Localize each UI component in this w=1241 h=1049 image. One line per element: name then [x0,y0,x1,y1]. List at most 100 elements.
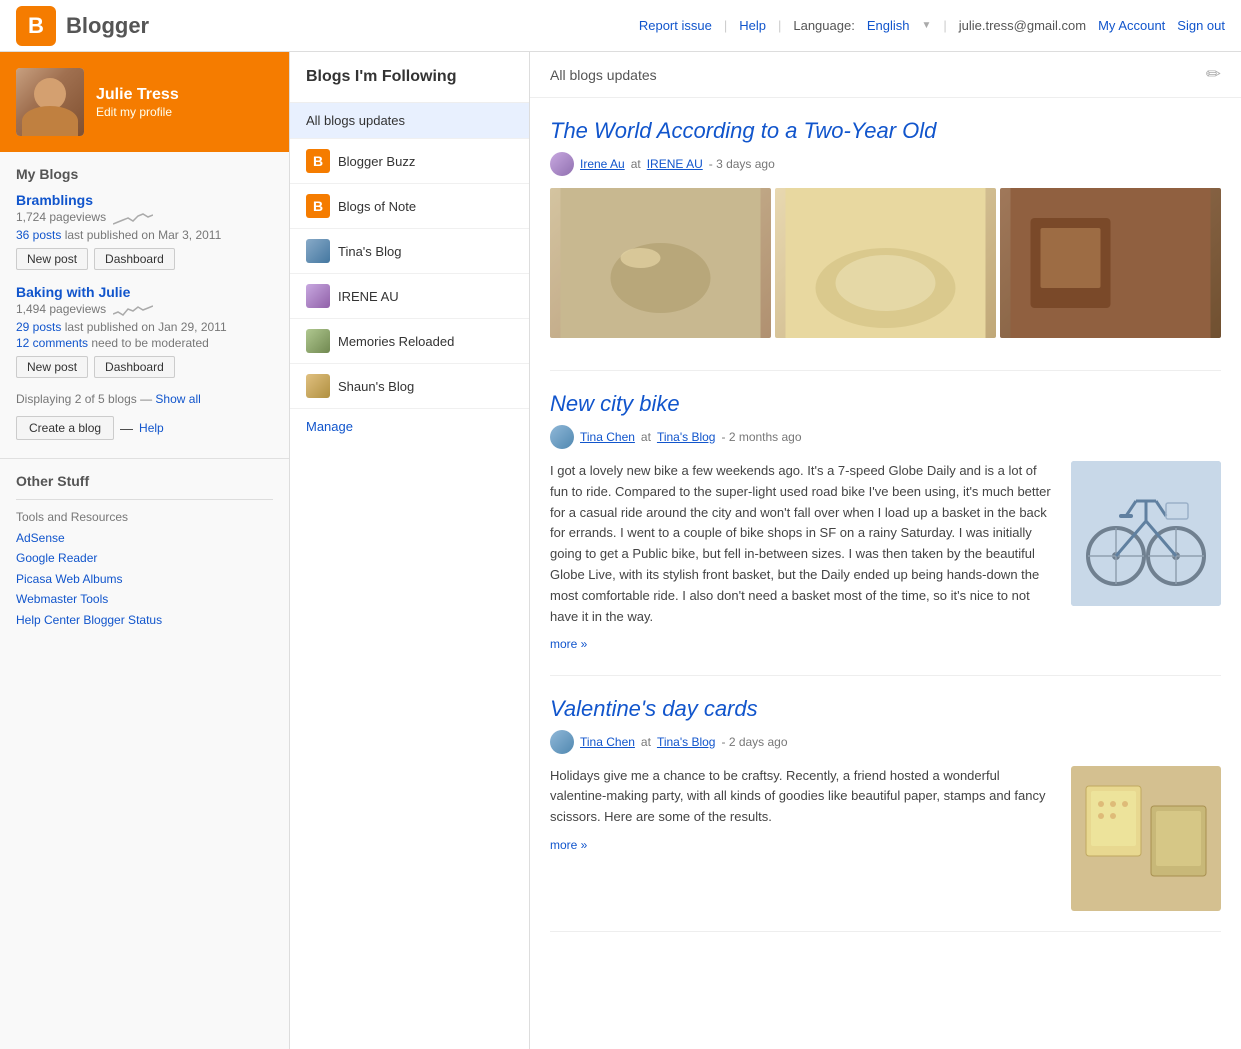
post-meta: Tina Chen at Tina's Blog - 2 months ago [550,425,1221,449]
blogger-icon: B [306,194,330,218]
edit-icon[interactable]: ✏ [1206,64,1221,85]
post-blog-link[interactable]: IRENE AU [647,157,703,171]
post-meta: Irene Au at IRENE AU - 3 days ago [550,152,1221,176]
following-item-memories-reloaded[interactable]: Memories Reloaded [290,319,529,364]
post-author-avatar [550,730,574,754]
post-item: New city bike Tina Chen at Tina's Blog -… [550,371,1221,676]
content-header: All blogs updates ✏ [530,52,1241,98]
webmaster-link[interactable]: Webmaster Tools [16,589,273,609]
google-reader-link[interactable]: Google Reader [16,548,273,568]
post-at: at [641,735,651,749]
following-item-label: Memories Reloaded [338,334,454,349]
post-author-link[interactable]: Tina Chen [580,430,635,444]
post-title[interactable]: Valentine's day cards [550,696,1221,722]
following-item-shawns-blog[interactable]: Shaun's Blog [290,364,529,409]
following-item-tinas-blog[interactable]: Tina's Blog [290,229,529,274]
post-text: Holidays give me a chance to be craftsy.… [550,766,1055,911]
blog-item: Bramblings 1,724 pageviews 36 posts last… [16,192,273,270]
adsense-link[interactable]: AdSense [16,528,273,548]
help-center-link[interactable]: Help Center Blogger Status [16,610,273,630]
dashboard-button[interactable]: Dashboard [94,248,175,270]
dashboard-button[interactable]: Dashboard [94,356,175,378]
post-title[interactable]: The World According to a Two-Year Old [550,118,1221,144]
following-item-label: Blogger Buzz [338,154,415,169]
new-post-button[interactable]: New post [16,356,88,378]
my-blogs-section: My Blogs Bramblings 1,724 pageviews 36 p… [0,152,289,459]
blog-posts: The World According to a Two-Year Old Ir… [530,98,1241,932]
sparkline-icon [113,302,153,318]
manage-link[interactable]: Manage [290,409,529,444]
following-nav: Blogs I'm Following All blogs updates B … [290,52,530,1049]
following-item-label: Tina's Blog [338,244,401,259]
post-thumbnail [1071,461,1221,606]
more-link[interactable]: more » [550,836,1055,855]
logo-area: B Blogger [16,6,639,46]
following-item-all[interactable]: All blogs updates [290,103,529,139]
blogger-icon: B [306,149,330,173]
post-image-svg [775,188,996,338]
bike-image-svg [1071,461,1221,606]
help-link-sidebar[interactable]: Help [139,421,164,435]
language-chevron-icon: ▼ [921,20,931,31]
picasa-link[interactable]: Picasa Web Albums [16,569,273,589]
more-link[interactable]: more » [550,635,1055,654]
post-author-link[interactable]: Tina Chen [580,735,635,749]
post-text: I got a lovely new bike a few weekends a… [550,461,1055,655]
blog-name-bramblings[interactable]: Bramblings [16,192,93,208]
post-image [1000,188,1221,338]
blog-buttons: New post Dashboard [16,248,273,270]
blog-posts-link[interactable]: 36 posts [16,228,61,242]
my-account-link[interactable]: My Account [1098,18,1165,33]
post-blog-link[interactable]: Tina's Blog [657,735,716,749]
profile-info: Julie Tress Edit my profile [96,86,179,119]
following-item-irene-au[interactable]: IRENE AU [290,274,529,319]
my-blogs-title: My Blogs [16,166,273,182]
displaying-text: Displaying 2 of 5 blogs — [16,392,152,406]
post-title[interactable]: New city bike [550,391,1221,417]
show-all-link[interactable]: Show all [155,392,200,406]
main-layout: Julie Tress Edit my profile My Blogs Bra… [0,52,1241,1049]
post-body: I got a lovely new bike a few weekends a… [550,461,1221,655]
post-item: The World According to a Two-Year Old Ir… [550,98,1221,371]
valentine-image-svg [1071,766,1221,911]
post-item: Valentine's day cards Tina Chen at Tina'… [550,676,1221,932]
post-image-svg [550,188,771,338]
create-blog-button[interactable]: Create a blog [16,416,114,440]
blog-comments-link[interactable]: 12 comments [16,336,88,350]
tools-links: AdSense Google Reader Picasa Web Albums … [16,528,273,630]
edit-profile-link[interactable]: Edit my profile [96,105,172,119]
sparkline-icon [113,210,153,226]
comments-note: need to be moderated [91,336,208,350]
new-post-button[interactable]: New post [16,248,88,270]
help-link[interactable]: Help [739,18,766,33]
blog-last-pub: last published on Mar 3, 2011 [65,228,222,242]
post-blog-link[interactable]: Tina's Blog [657,430,716,444]
top-navigation: B Blogger Report issue | Help | Language… [0,0,1241,52]
post-image [550,188,771,338]
sign-out-link[interactable]: Sign out [1177,18,1225,33]
post-author-link[interactable]: Irene Au [580,157,625,171]
following-item-blogger-buzz[interactable]: B Blogger Buzz [290,139,529,184]
post-body-text: I got a lovely new bike a few weekends a… [550,463,1051,624]
post-author-avatar [550,425,574,449]
blog-name-baking[interactable]: Baking with Julie [16,284,130,300]
manage-anchor[interactable]: Manage [306,419,353,434]
following-icon [306,329,330,353]
blog-posts-link[interactable]: 29 posts [16,320,61,334]
blogs-following-title: Blogs I'm Following [290,52,529,103]
report-issue-link[interactable]: Report issue [639,18,712,33]
post-body: Holidays give me a chance to be craftsy.… [550,766,1221,911]
profile-name: Julie Tress [96,86,179,104]
blog-stats: 1,724 pageviews [16,210,273,226]
blog-item: Baking with Julie 1,494 pageviews 29 pos… [16,284,273,378]
following-item-label: IRENE AU [338,289,399,304]
following-icon [306,239,330,263]
language-label: Language: [793,18,854,33]
language-selector[interactable]: English [867,18,910,33]
following-item-label: Shaun's Blog [338,379,414,394]
post-thumbnail [1071,766,1221,911]
post-image [775,188,996,338]
avatar-image [16,68,84,136]
following-item-label: Blogs of Note [338,199,416,214]
following-item-blogs-of-note[interactable]: B Blogs of Note [290,184,529,229]
